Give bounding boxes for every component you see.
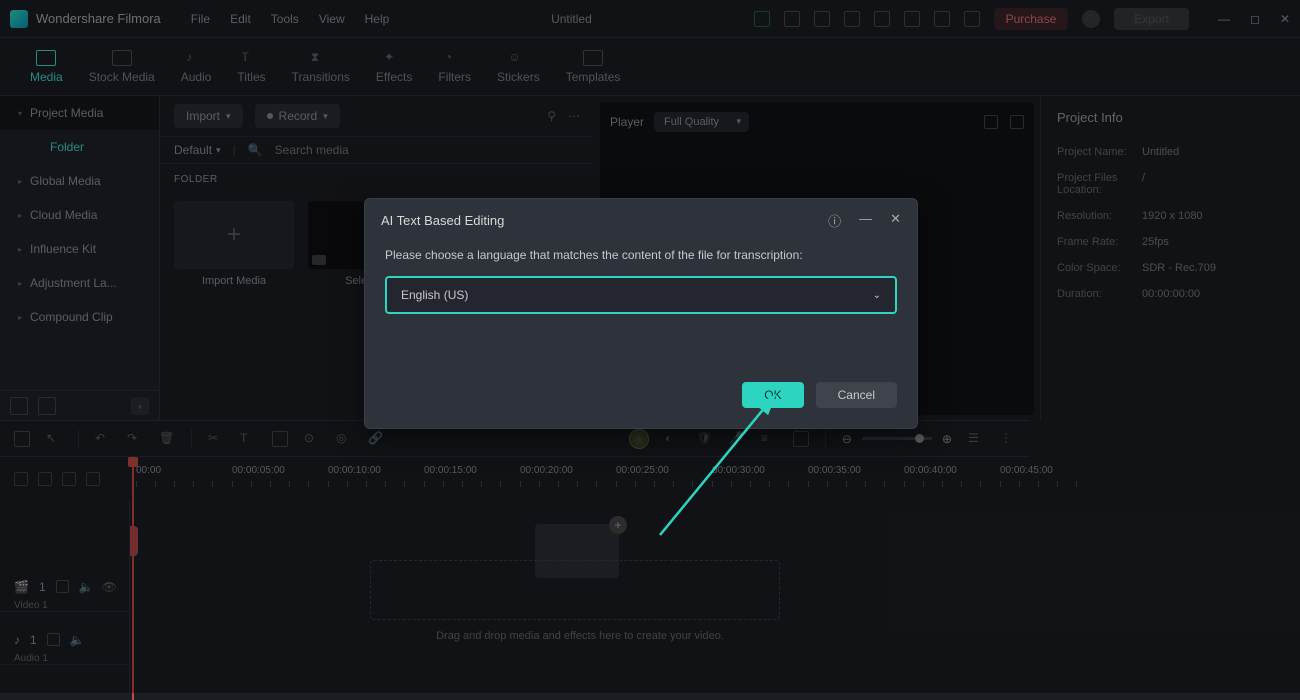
- cancel-button[interactable]: Cancel: [816, 382, 897, 408]
- modal-prompt: Please choose a language that matches th…: [385, 248, 897, 262]
- ok-button[interactable]: OK: [742, 382, 803, 408]
- language-select[interactable]: English (US) ⌄: [385, 276, 897, 314]
- ai-text-editing-modal: AI Text Based Editing ⓘ — ✕ Please choos…: [364, 198, 918, 429]
- close-modal-icon[interactable]: ✕: [890, 211, 901, 230]
- minimize-modal-icon[interactable]: —: [859, 211, 872, 230]
- chevron-down-icon: ⌄: [873, 290, 881, 301]
- help-icon[interactable]: ⓘ: [828, 211, 841, 230]
- modal-title: AI Text Based Editing: [381, 213, 504, 228]
